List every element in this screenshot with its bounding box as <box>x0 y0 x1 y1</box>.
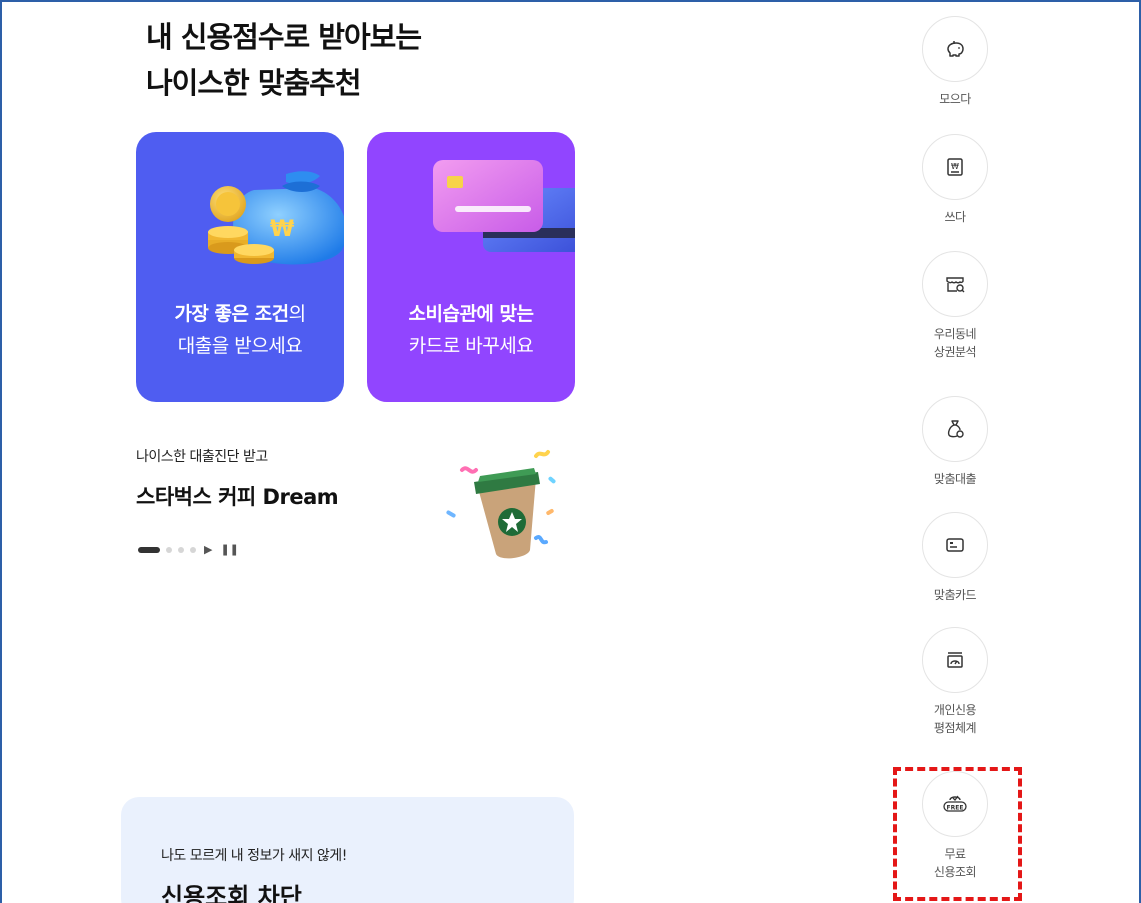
side-item-label: 모으다 <box>939 92 971 106</box>
credit-block-subtitle: 나도 모르게 내 정보가 새지 않게! <box>161 848 347 864</box>
svg-text:₩: ₩ <box>270 217 294 242</box>
money-bag-icon <box>947 420 964 438</box>
loan-card-text: 가장 좋은 조건의 대출을 받으세요 <box>136 298 344 362</box>
credit-block-title: 신용조회 차단 <box>161 883 302 903</box>
card-recommend-card[interactable]: 소비습관에 맞는 카드로 바꾸세요 <box>367 132 575 402</box>
pager-dot[interactable] <box>190 547 196 553</box>
page-title: 내 신용점수로 받아보는 나이스한 맞춤추천 <box>146 14 422 106</box>
side-item-circle: ₩ <box>922 134 988 200</box>
receipt-icon: ₩ <box>947 158 963 176</box>
loan-card-bold: 가장 좋은 조건 <box>174 303 289 325</box>
side-item-circle <box>922 251 988 317</box>
credit-block-card[interactable]: 나도 모르게 내 정보가 새지 않게! 신용조회 차단 <box>121 797 574 903</box>
promo-title[interactable]: 스타벅스 커피 Dream <box>136 481 339 511</box>
store-search-icon <box>946 277 965 293</box>
side-item-custom-card[interactable]: 맞춤카드 <box>922 512 988 604</box>
side-item-circle <box>922 16 988 82</box>
piggy-bank-icon <box>947 41 964 57</box>
card-card-line2: 카드로 바꾸세요 <box>408 335 534 357</box>
highlight-box <box>893 767 1022 901</box>
side-item-circle <box>922 396 988 462</box>
side-item-circle <box>922 512 988 578</box>
credit-card-illustration <box>433 160 575 252</box>
play-icon[interactable]: ▶ <box>204 543 212 557</box>
card-card-bold: 소비습관에 맞는 <box>408 303 534 325</box>
side-item-circle <box>922 627 988 693</box>
side-item-label: 쓰다 <box>944 210 966 224</box>
loan-recommend-card[interactable]: ₩ 가장 좋은 조건의 대출을 받으세요 <box>136 132 344 402</box>
side-item-local-analysis[interactable]: 우리동네 상권분석 <box>922 251 988 361</box>
side-item-save[interactable]: 모으다 <box>922 16 988 108</box>
promo-subtitle: 나이스한 대출진단 받고 <box>136 449 268 465</box>
side-item-credit-scoring[interactable]: 개인신용 평점체계 <box>922 627 988 737</box>
page-title-line2: 나이스한 맞춤추천 <box>146 66 362 100</box>
credit-gauge-icon <box>947 652 963 668</box>
pager-dot[interactable] <box>178 547 184 553</box>
pager-dot-active[interactable] <box>138 547 160 553</box>
credit-card-icon <box>946 538 964 552</box>
carousel-pager: ▶ ❚❚ <box>138 543 239 557</box>
side-item-label: 맞춤대출 <box>933 472 977 486</box>
money-bag-illustration: ₩ <box>208 171 344 265</box>
loan-card-rest: 의 <box>288 303 306 325</box>
side-item-label: 우리동네 <box>933 327 977 341</box>
side-item-label: 맞춤카드 <box>933 588 977 602</box>
side-item-label-2: 평점체계 <box>933 721 977 735</box>
side-item-custom-loan[interactable]: 맞춤대출 <box>922 396 988 488</box>
card-card-text: 소비습관에 맞는 카드로 바꾸세요 <box>367 298 575 362</box>
side-item-label-2: 상권분석 <box>933 345 977 359</box>
loan-card-line2: 대출을 받으세요 <box>177 335 303 357</box>
pause-icon[interactable]: ❚❚ <box>220 543 238 557</box>
side-item-spend[interactable]: ₩ 쓰다 <box>922 134 988 226</box>
side-item-label: 개인신용 <box>933 703 977 717</box>
pager-dot[interactable] <box>166 547 172 553</box>
svg-text:₩: ₩ <box>951 162 959 171</box>
page-title-line1: 내 신용점수로 받아보는 <box>146 20 422 54</box>
coffee-cup-illustration <box>446 450 556 559</box>
